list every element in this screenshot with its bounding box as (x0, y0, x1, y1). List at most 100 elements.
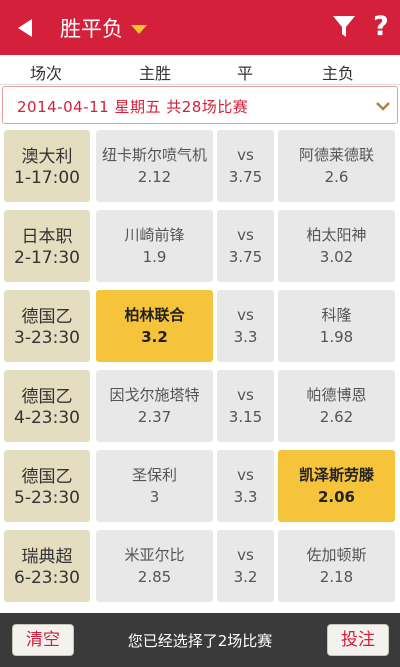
away-team: 帕德博恩 (306, 386, 367, 404)
vs-label: vs (237, 466, 254, 484)
home-win-option[interactable]: 米亚尔比 2.85 (96, 530, 213, 602)
draw-option[interactable]: vs 3.75 (217, 210, 274, 282)
home-win-odds: 2.37 (137, 408, 172, 426)
home-win-option[interactable]: 川崎前锋 1.9 (96, 210, 213, 282)
away-win-option[interactable]: 佐加顿斯 2.18 (278, 530, 395, 602)
vs-label: vs (237, 146, 254, 164)
bet-button[interactable]: 投注 (327, 624, 389, 656)
vs-label: vs (237, 386, 254, 404)
away-win-option[interactable]: 柏太阳神 3.02 (278, 210, 395, 282)
match-number-time: 5-23:30 (14, 488, 80, 508)
away-win-option[interactable]: 阿德莱德联 2.6 (278, 130, 395, 202)
selection-count-text: 您已经选择了2场比赛 (127, 632, 273, 650)
match-row: 瑞典超 6-23:30 米亚尔比 2.85 vs 3.2 佐加顿斯 2.18 (0, 526, 400, 606)
match-number-time: 1-17:00 (14, 168, 80, 188)
match-info: 日本职 2-17:30 (4, 210, 90, 282)
back-arrow-icon (18, 19, 32, 37)
away-win-odds: 2.06 (317, 488, 355, 506)
home-win-odds: 2.85 (137, 568, 172, 586)
bottom-bar: 清空 您已经选择了2场比赛 投注 (0, 613, 400, 667)
home-win-option[interactable]: 圣保利 3 (96, 450, 213, 522)
away-team: 佐加顿斯 (306, 546, 367, 564)
draw-odds: 3.2 (233, 568, 258, 586)
away-team: 科隆 (321, 306, 352, 324)
match-row: 日本职 2-17:30 川崎前锋 1.9 vs 3.75 柏太阳神 3.02 (0, 206, 400, 286)
league-name: 德国乙 (21, 307, 73, 327)
match-info: 德国乙 4-23:30 (4, 370, 90, 442)
league-name: 日本职 (21, 227, 73, 247)
column-draw: 平 (236, 64, 253, 83)
column-header: 场次 主胜 平 主负 (0, 55, 400, 85)
home-win-option-selected[interactable]: 柏林联合 3.2 (96, 290, 213, 362)
away-team: 柏太阳神 (306, 226, 367, 244)
match-info: 德国乙 5-23:30 (4, 450, 90, 522)
away-win-odds: 2.62 (319, 408, 354, 426)
date-selector[interactable]: 2014-04-11 星期五 共28场比赛 (2, 86, 398, 124)
home-win-odds: 3.2 (141, 328, 168, 346)
draw-odds: 3.75 (228, 168, 263, 186)
home-win-option[interactable]: 纽卡斯尔喷气机 2.12 (96, 130, 213, 202)
page-title: 胜平负 (60, 17, 123, 41)
away-win-option[interactable]: 帕德博恩 2.62 (278, 370, 395, 442)
away-team: 凯泽斯劳滕 (298, 466, 374, 484)
funnel-filter-icon (333, 16, 355, 37)
away-win-option[interactable]: 科隆 1.98 (278, 290, 395, 362)
away-win-option-selected[interactable]: 凯泽斯劳滕 2.06 (278, 450, 395, 522)
draw-option[interactable]: vs 3.3 (217, 290, 274, 362)
column-match: 场次 (29, 64, 62, 83)
match-info: 瑞典超 6-23:30 (4, 530, 90, 602)
help-button[interactable]: ? (370, 10, 392, 44)
home-win-option[interactable]: 因戈尔施塔特 2.37 (96, 370, 213, 442)
draw-odds: 3.15 (228, 408, 263, 426)
league-name: 瑞典超 (21, 547, 73, 567)
match-row: 德国乙 3-23:30 柏林联合 3.2 vs 3.3 科隆 1.98 (0, 286, 400, 366)
draw-option[interactable]: vs 3.75 (217, 130, 274, 202)
caret-down-icon (131, 24, 147, 34)
draw-option[interactable]: vs 3.3 (217, 450, 274, 522)
chevron-down-icon (376, 102, 390, 111)
draw-option[interactable]: vs 3.15 (217, 370, 274, 442)
draw-odds: 3.3 (233, 488, 258, 506)
home-team: 柏林联合 (124, 306, 185, 324)
date-summary: 2014-04-11 星期五 共28场比赛 (17, 98, 249, 116)
match-row: 德国乙 5-23:30 圣保利 3 vs 3.3 凯泽斯劳滕 2.06 (0, 446, 400, 526)
column-home-loss: 主负 (321, 64, 354, 83)
vs-label: vs (237, 306, 254, 324)
home-win-odds: 2.12 (137, 168, 172, 186)
back-button[interactable] (14, 16, 36, 40)
column-home-win: 主胜 (138, 64, 171, 83)
match-row: 澳大利 1-17:00 纽卡斯尔喷气机 2.12 vs 3.75 阿德莱德联 2… (0, 126, 400, 206)
match-info: 德国乙 3-23:30 (4, 290, 90, 362)
clear-button[interactable]: 清空 (12, 624, 74, 656)
home-team: 圣保利 (131, 466, 177, 484)
play-type-selector[interactable]: 胜平负 (60, 12, 147, 44)
match-row: 德国乙 4-23:30 因戈尔施塔特 2.37 vs 3.15 帕德博恩 2.6… (0, 366, 400, 446)
match-number-time: 4-23:30 (14, 408, 80, 428)
vs-label: vs (237, 546, 254, 564)
league-name: 德国乙 (21, 467, 73, 487)
home-team: 米亚尔比 (124, 546, 185, 564)
league-name: 澳大利 (21, 147, 73, 167)
draw-odds: 3.75 (228, 248, 263, 266)
home-team: 因戈尔施塔特 (109, 386, 200, 404)
away-win-odds: 2.18 (319, 568, 354, 586)
match-list[interactable]: 澳大利 1-17:00 纽卡斯尔喷气机 2.12 vs 3.75 阿德莱德联 2… (0, 126, 400, 612)
filter-button[interactable] (332, 14, 356, 40)
vs-label: vs (237, 226, 254, 244)
match-number-time: 3-23:30 (14, 328, 80, 348)
top-bar: 胜平负 ? (0, 0, 400, 55)
away-team: 阿德莱德联 (298, 146, 374, 164)
away-win-odds: 2.6 (324, 168, 349, 186)
draw-option[interactable]: vs 3.2 (217, 530, 274, 602)
match-number-time: 6-23:30 (14, 568, 80, 588)
draw-odds: 3.3 (233, 328, 258, 346)
home-team: 川崎前锋 (124, 226, 185, 244)
match-info: 澳大利 1-17:00 (4, 130, 90, 202)
league-name: 德国乙 (21, 387, 73, 407)
home-team: 纽卡斯尔喷气机 (101, 146, 207, 164)
home-win-odds: 3 (149, 488, 160, 506)
match-number-time: 2-17:30 (14, 248, 80, 268)
away-win-odds: 3.02 (319, 248, 354, 266)
home-win-odds: 1.9 (142, 248, 167, 266)
away-win-odds: 1.98 (319, 328, 354, 346)
